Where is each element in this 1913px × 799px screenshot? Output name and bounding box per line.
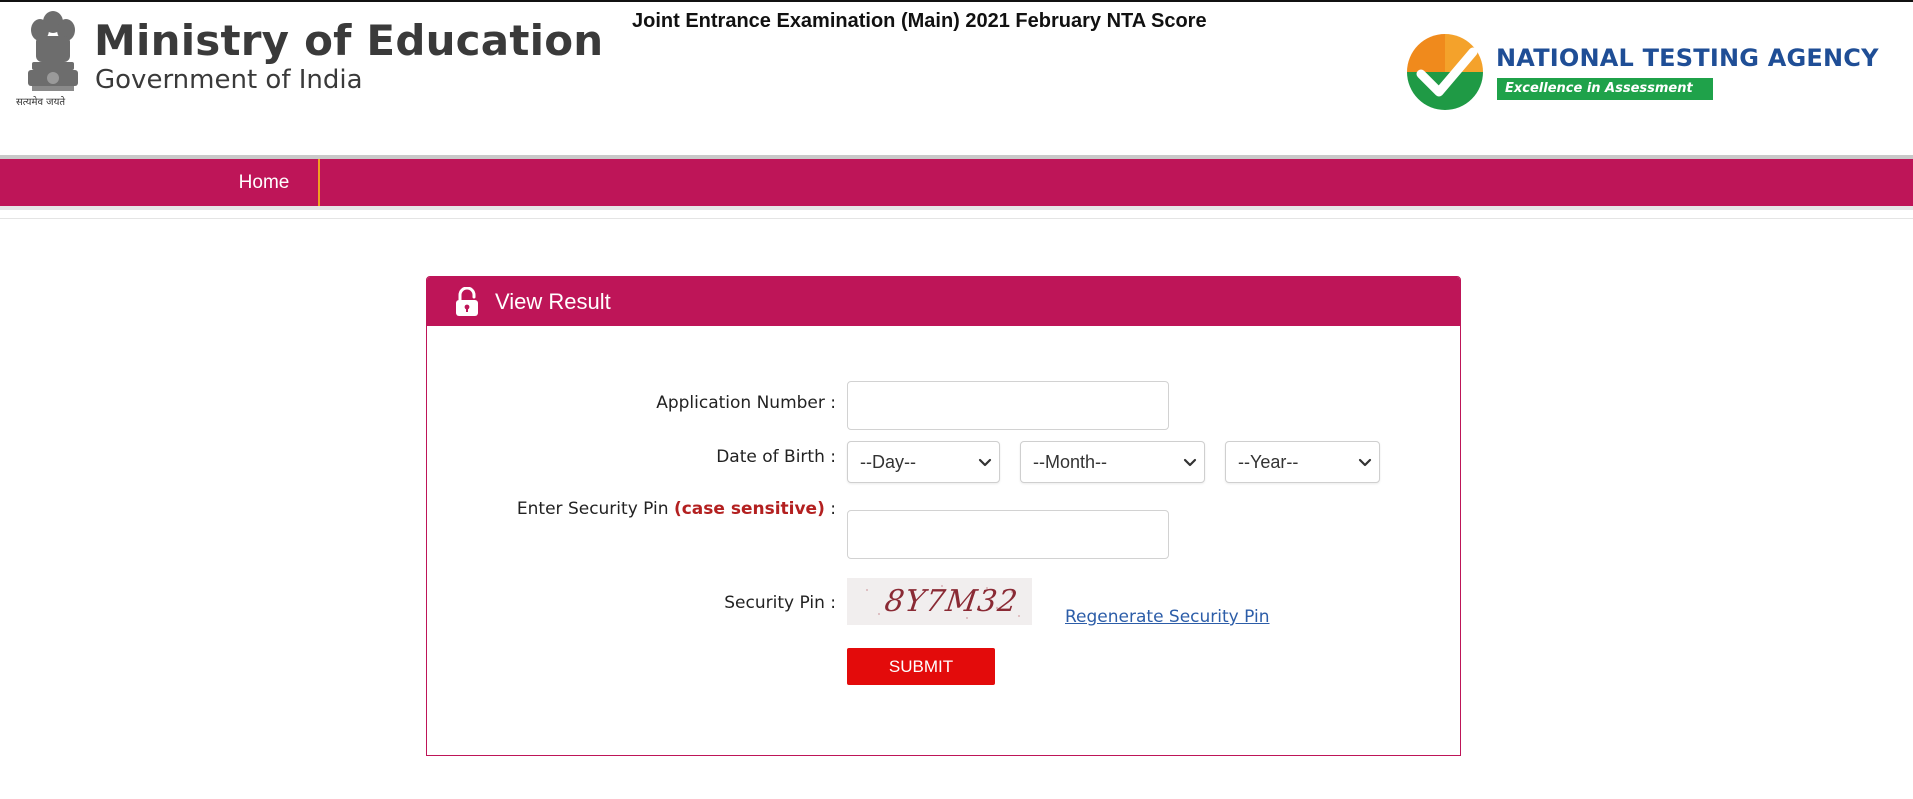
dob-year-select[interactable]: --Year-- [1225,441,1380,483]
panel-title: View Result [495,289,611,314]
captcha-label: Security Pin : [724,593,836,613]
security-pin-label: Enter Security Pin (case sensitive) : [517,499,836,519]
nav-divider [0,218,1913,219]
chevron-down-icon [1358,458,1372,467]
security-pin-label-suffix: : [824,499,836,519]
nav-bottom-border [0,206,1913,210]
application-number-label: Application Number : [656,393,836,413]
page-header: सत्यमेव जयते Ministry of Education Gover… [0,2,1913,155]
submit-button[interactable]: SUBMIT [847,648,995,685]
security-pin-input[interactable] [847,510,1169,559]
nta-check-logo-icon [1407,34,1483,110]
agency-tagline: Excellence in Assessment [1497,78,1713,100]
case-sensitive-note: (case sensitive) [673,499,825,519]
chevron-down-icon [978,458,992,467]
security-pin-label-wrap: Enter Security Pin (case sensitive) : [427,499,836,523]
security-pin-label-prefix: Enter Security Pin [516,499,674,519]
lock-icon [456,287,478,316]
dob-month-value: --Month-- [1033,452,1108,472]
agency-name: NATIONAL TESTING AGENCY [1496,44,1879,72]
panel-header: View Result [427,277,1460,326]
emblem-motto: सत्यमेव जयते [16,97,66,108]
state-emblem-icon [28,11,78,91]
ministry-subtitle: Government of India [95,65,363,95]
captcha-label-wrap: Security Pin : [427,593,836,617]
dob-label-wrap: Date of Birth : [427,447,836,471]
application-number-label-wrap: Application Number : [427,393,836,417]
dob-day-value: --Day-- [860,452,916,472]
application-number-input[interactable] [847,381,1169,430]
chevron-down-icon [1183,458,1197,467]
dob-year-value: --Year-- [1238,452,1299,472]
ministry-title: Ministry of Education [94,16,604,65]
regenerate-security-pin-link[interactable]: Regenerate Security Pin [1065,607,1270,627]
exam-title: Joint Entrance Examination (Main) 2021 F… [632,10,1207,32]
view-result-panel: View Result Application Number : Date of… [426,276,1461,756]
captcha-text: 8Y7M32 [882,584,1021,619]
main-nav: Home [0,159,1913,206]
dob-month-select[interactable]: --Month-- [1020,441,1205,483]
dob-label: Date of Birth : [716,447,836,467]
captcha-image: 8Y7M32 [847,578,1032,625]
dob-day-select[interactable]: --Day-- [847,441,1000,483]
nav-item-home[interactable]: Home [210,159,320,206]
